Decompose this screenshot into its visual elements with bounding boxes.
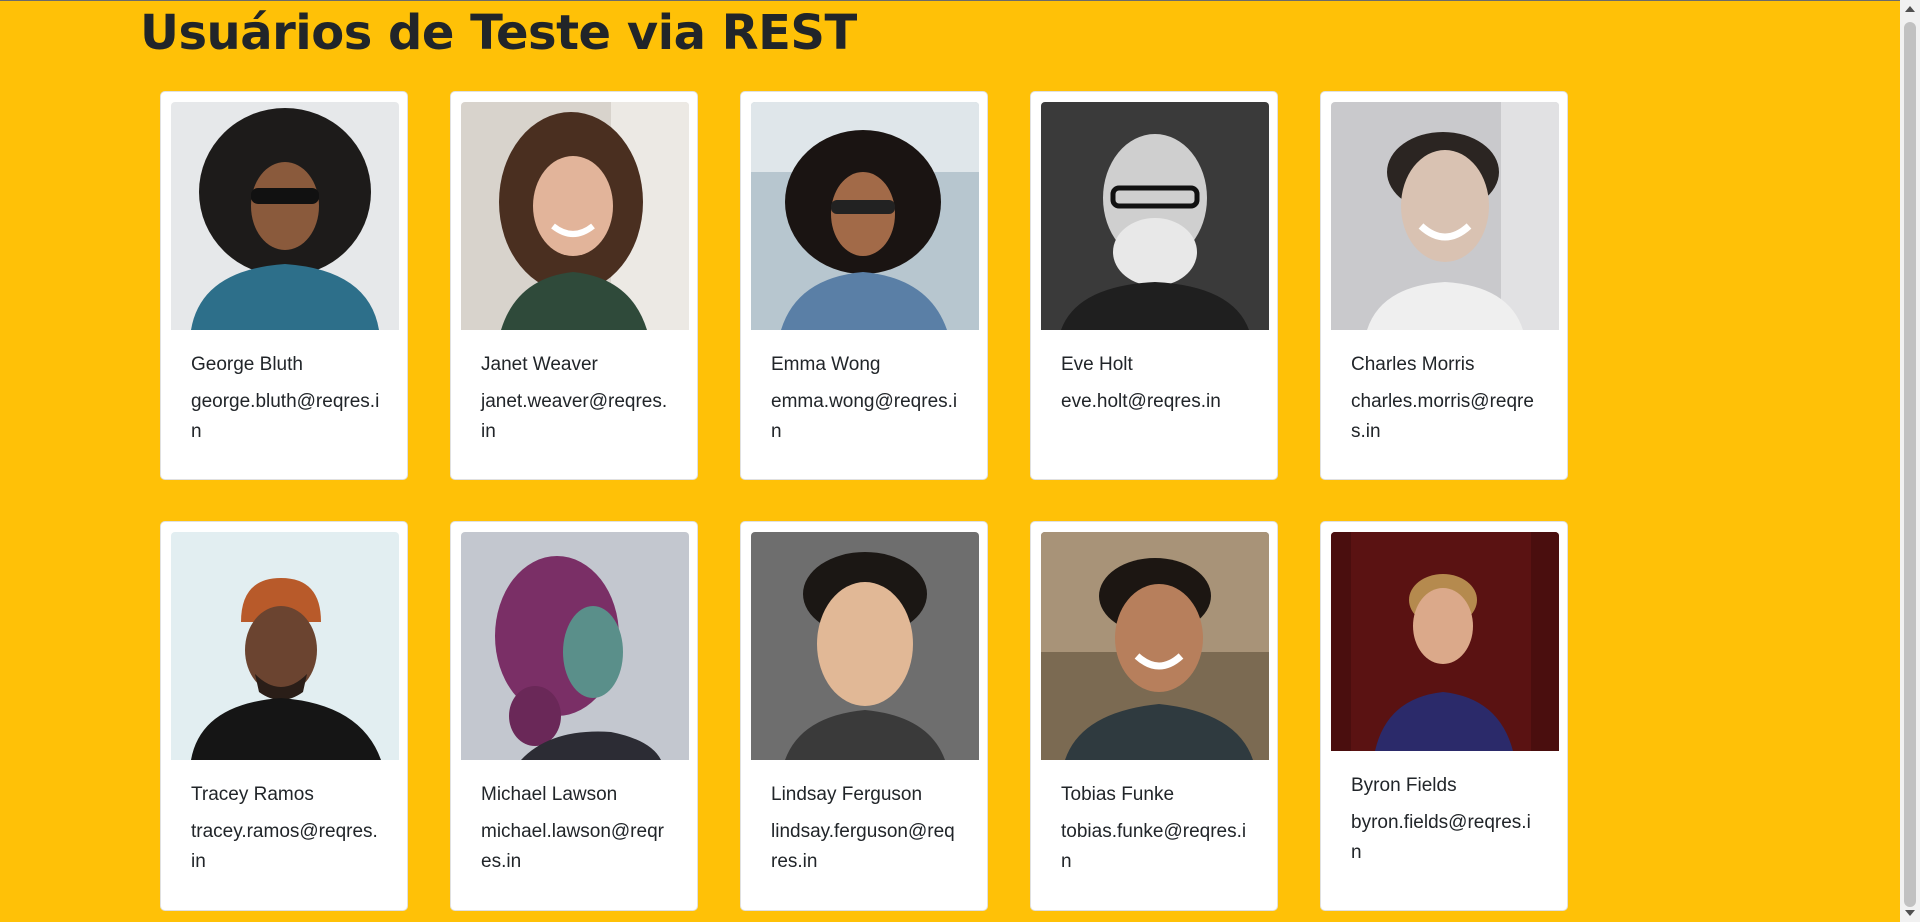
user-email: tracey.ramos@reqres.in: [191, 821, 378, 872]
window-top-border: [0, 0, 1900, 1]
user-card: Janet Weaver janet.weaver@reqres.in: [450, 91, 698, 480]
avatar: [461, 532, 689, 760]
page-title: Usuários de Teste via REST: [140, 5, 857, 61]
user-name: George Bluth: [191, 354, 303, 375]
avatar: [171, 102, 399, 330]
user-email: charles.morris@reqres.in: [1351, 391, 1534, 442]
avatar: [461, 102, 689, 330]
user-name: Emma Wong: [771, 354, 881, 375]
user-name: Tobias Funke: [1061, 784, 1175, 805]
avatar-photo-icon: [1041, 102, 1269, 330]
user-name: Charles Morris: [1351, 354, 1475, 375]
avatar-photo-icon: [171, 102, 399, 330]
user-name: Tracey Ramos: [191, 784, 314, 805]
user-name: Janet Weaver: [481, 354, 598, 375]
vertical-scrollbar[interactable]: [1900, 0, 1920, 922]
user-name: Lindsay Ferguson: [771, 784, 923, 805]
user-name: Byron Fields: [1351, 775, 1457, 796]
avatar-photo-icon: [461, 532, 689, 760]
user-email: george.bluth@reqres.in: [191, 391, 380, 442]
avatar: [171, 532, 399, 760]
avatar-photo-icon: [1331, 102, 1559, 330]
avatar: [1041, 102, 1269, 330]
avatar: [751, 102, 979, 330]
avatar-photo-icon: [751, 102, 979, 330]
avatar: [1331, 102, 1559, 330]
user-card: Tracey Ramos tracey.ramos@reqres.in: [160, 521, 408, 911]
scrollbar-thumb[interactable]: [1904, 22, 1916, 907]
user-card: Lindsay Ferguson lindsay.ferguson@reqres…: [740, 521, 988, 911]
user-card: Byron Fields byron.fields@reqres.in: [1320, 521, 1568, 911]
user-email: tobias.funke@reqres.in: [1061, 821, 1247, 872]
user-email: emma.wong@reqres.in: [771, 391, 958, 442]
scroll-down-arrow-icon[interactable]: [1905, 910, 1915, 916]
avatar-photo-icon: [1041, 532, 1269, 760]
user-card: George Bluth george.bluth@reqres.in: [160, 91, 408, 480]
user-name: Michael Lawson: [481, 784, 618, 805]
avatar: [1041, 532, 1269, 760]
user-email: michael.lawson@reqres.in: [481, 821, 664, 872]
avatar-photo-icon: [1331, 532, 1559, 751]
user-card: Tobias Funke tobias.funke@reqres.in: [1030, 521, 1278, 911]
avatar-photo-icon: [461, 102, 689, 330]
user-card: Charles Morris charles.morris@reqres.in: [1320, 91, 1568, 480]
avatar: [1331, 532, 1559, 751]
user-name: Eve Holt: [1061, 354, 1133, 375]
user-email: lindsay.ferguson@reqres.in: [771, 821, 955, 872]
user-email: byron.fields@reqres.in: [1351, 812, 1531, 863]
avatar-photo-icon: [171, 532, 399, 760]
user-email: eve.holt@reqres.in: [1061, 391, 1221, 412]
user-card: Emma Wong emma.wong@reqres.in: [740, 91, 988, 480]
scroll-up-arrow-icon[interactable]: [1905, 6, 1915, 12]
avatar-photo-icon: [751, 532, 979, 760]
user-card: Eve Holt eve.holt@reqres.in: [1030, 91, 1278, 480]
avatar: [751, 532, 979, 760]
user-card: Michael Lawson michael.lawson@reqres.in: [450, 521, 698, 911]
user-email: janet.weaver@reqres.in: [481, 391, 668, 442]
